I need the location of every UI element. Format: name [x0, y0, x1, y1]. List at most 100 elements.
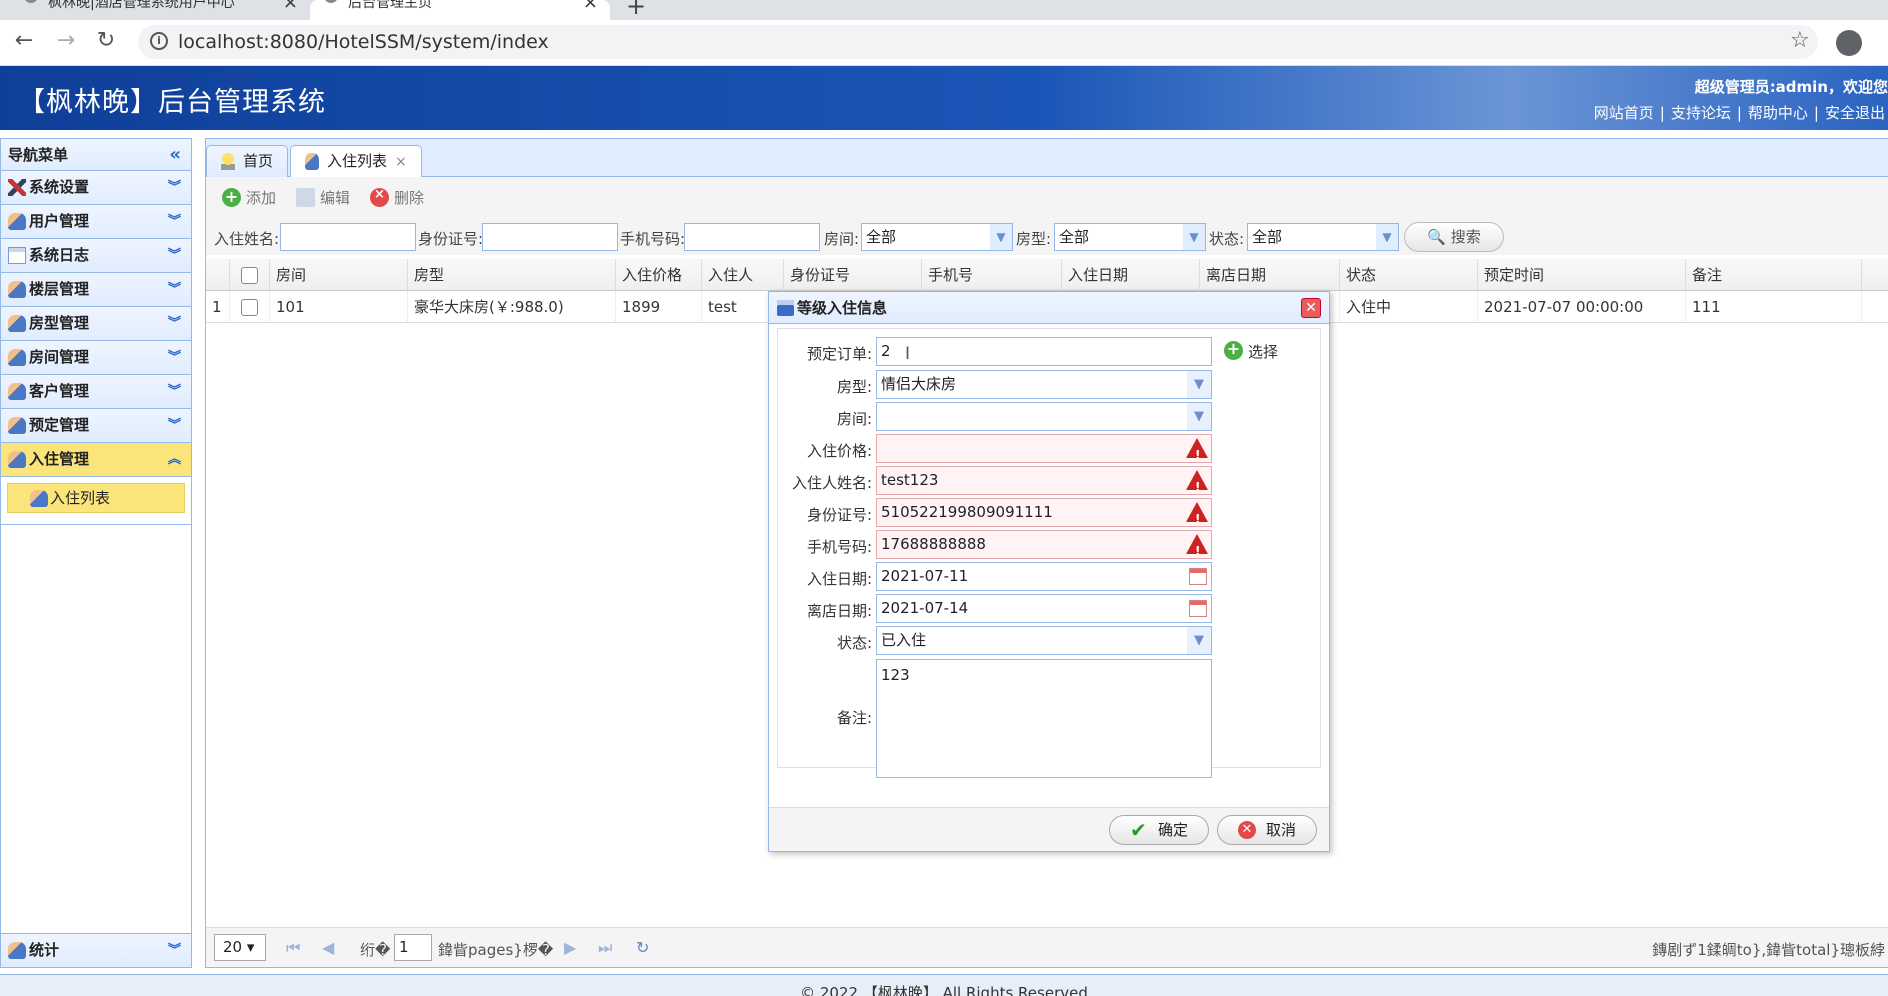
col-status[interactable]: 状态 — [1340, 259, 1478, 291]
cell-status: 入住中 — [1340, 291, 1478, 323]
cancel-icon: ✕ — [1238, 821, 1256, 839]
room-select[interactable]: ▼ — [876, 402, 1212, 431]
sidebar-item-system-settings[interactable]: 系统设置 ︾ — [1, 171, 191, 205]
edit-button[interactable]: 编辑 — [296, 187, 350, 208]
last-page-icon[interactable]: ⏭ — [598, 938, 612, 958]
field-phone: 手机号码: 17688888888 — [778, 530, 1322, 565]
select-all-checkbox[interactable] — [241, 267, 258, 284]
col-book-time[interactable]: 预定时间 — [1478, 259, 1686, 291]
next-page-icon[interactable]: ▶ — [564, 938, 576, 957]
sidebar-item-checkin-management[interactable]: 入住管理 ︽ — [1, 443, 191, 477]
leave-date-input[interactable]: 2021-07-14 — [876, 594, 1212, 623]
search-roomtype-select[interactable]: 全部 ▼ — [1054, 223, 1206, 251]
address-bar[interactable]: i localhost:8080/HotelSSM/system/index — [138, 25, 1818, 59]
link-help[interactable]: 帮助中心 — [1748, 104, 1808, 122]
col-price[interactable]: 入住价格 — [616, 259, 702, 291]
dialog-close-button[interactable]: ✕ — [1301, 298, 1321, 318]
footer: © 2022 【枫林晚】 All Rights Reserved — [0, 974, 1888, 996]
confirm-button[interactable]: ✔ 确定 — [1109, 815, 1209, 845]
close-tab-icon[interactable]: × — [583, 0, 598, 12]
page-number-input[interactable]: 1 — [394, 934, 432, 961]
reload-icon[interactable]: ↻ — [92, 28, 120, 53]
select-all-cell — [230, 259, 270, 291]
search-button[interactable]: 🔍 搜索 — [1404, 222, 1504, 252]
sidebar-item-roomtype-management[interactable]: 房型管理 ︾ — [1, 307, 191, 341]
row-checkbox[interactable] — [241, 299, 258, 316]
browser-tab-user-center[interactable]: 枫林晚|酒店管理系统用户中心 × — [0, 0, 310, 20]
col-idcard[interactable]: 身份证号 — [784, 259, 922, 291]
search-name-input[interactable] — [280, 223, 416, 251]
col-room[interactable]: 房间 — [270, 259, 408, 291]
link-site-home[interactable]: 网站首页 — [1594, 104, 1654, 122]
tab-home[interactable]: 首页 — [206, 145, 289, 177]
new-tab-icon[interactable]: + — [626, 0, 646, 20]
search-room-label: 房间: — [824, 230, 860, 248]
sidebar-item-system-log[interactable]: 系统日志 ︾ — [1, 239, 191, 273]
bookmark-star-icon[interactable]: ☆ — [1790, 28, 1810, 53]
prev-page-icon[interactable]: ◀ — [322, 938, 334, 957]
room-type-select[interactable]: 情侣大床房 ▼ — [876, 370, 1212, 399]
cell-room: 101 — [270, 291, 408, 323]
guest-name-input[interactable]: test123 — [876, 466, 1212, 501]
field-arrive-date: 入住日期: 2021-07-11 — [778, 562, 1322, 592]
search-status-select[interactable]: 全部 ▼ — [1247, 223, 1399, 251]
refresh-icon[interactable]: ↻ — [636, 938, 649, 957]
sidebar-item-user-management[interactable]: 用户管理 ︾ — [1, 205, 191, 239]
status-select[interactable]: 已入住 ▼ — [876, 626, 1212, 655]
book-order-input[interactable]: 2I — [876, 337, 1212, 366]
sidebar-item-booking-management[interactable]: 预定管理 ︾ — [1, 409, 191, 443]
col-phone[interactable]: 手机号 — [922, 259, 1062, 291]
back-icon[interactable]: ← — [10, 28, 38, 53]
sidebar-item-floor-management[interactable]: 楼层管理 ︾ — [1, 273, 191, 307]
calendar-icon[interactable] — [1189, 568, 1207, 585]
field-room: 房间: ▼ — [778, 402, 1322, 432]
col-roomtype[interactable]: 房型 — [408, 259, 616, 291]
link-logout[interactable]: 安全退出 — [1825, 104, 1885, 122]
tab-checkin-list[interactable]: 入住列表 × — [290, 145, 422, 178]
col-leave-date[interactable]: 离店日期 — [1200, 259, 1340, 291]
browser-tab-admin-home[interactable]: 后台管理主页 × — [310, 0, 610, 20]
sidebar-item-customer-management[interactable]: 客户管理 ︾ — [1, 375, 191, 409]
remark-textarea[interactable]: 123 — [876, 659, 1212, 778]
profile-avatar-icon[interactable] — [1836, 30, 1862, 56]
idcard-input[interactable]: 510522199809091111 — [876, 498, 1212, 533]
page-size-select[interactable]: 20 ▾ — [214, 934, 266, 961]
info-icon[interactable]: i — [150, 32, 168, 50]
calendar-icon[interactable] — [1189, 600, 1207, 617]
chevron-up-icon: ︽ — [167, 452, 181, 467]
cell-book-time: 2021-07-07 00:00:00 — [1478, 291, 1686, 323]
col-guest[interactable]: 入住人 — [702, 259, 784, 291]
search-phone-input[interactable] — [684, 223, 820, 251]
add-icon: + — [1224, 339, 1243, 360]
search-room-select[interactable]: 全部 ▼ — [861, 223, 1013, 251]
sidebar-item-room-management[interactable]: 房间管理 ︾ — [1, 341, 191, 375]
dialog-form: 预定订单: 2I +选择 房型: 情侣大床房▼ 房间: ▼ 入住价格: 入住人姓… — [777, 328, 1322, 778]
col-arrive-date[interactable]: 入住日期 — [1062, 259, 1200, 291]
sidebar-subitem-checkin-list[interactable]: 入住列表 — [7, 483, 185, 513]
price-input[interactable] — [876, 434, 1212, 469]
link-forum[interactable]: 支持论坛 — [1671, 104, 1731, 122]
first-page-icon[interactable]: ⏮ — [286, 938, 300, 958]
search-name-label: 入住姓名: — [214, 230, 280, 248]
phone-input[interactable]: 17688888888 — [876, 530, 1212, 565]
select-order-button[interactable]: + 选择 — [1224, 339, 1278, 362]
search-idcard-input[interactable] — [482, 223, 618, 251]
close-tab-icon[interactable]: × — [395, 154, 407, 170]
field-guest-name: 入住人姓名: test123 — [778, 466, 1322, 501]
row-number-header — [206, 259, 230, 291]
collapse-sidebar-icon[interactable]: « — [169, 139, 181, 171]
delete-button[interactable]: × 删除 — [370, 187, 424, 208]
chevron-down-icon: ︾ — [167, 248, 181, 263]
arrive-date-input[interactable]: 2021-07-11 — [876, 562, 1212, 591]
globe-icon — [324, 0, 338, 3]
user-icon — [8, 942, 26, 959]
cancel-button[interactable]: ✕ 取消 — [1217, 815, 1317, 845]
sidebar-item-statistics[interactable]: 统计 ︾ — [1, 933, 191, 967]
pager-info-text: 鏄剧ず1鍒皗to},鍏眥total}璁板綍 — [1652, 941, 1885, 959]
col-remark[interactable]: 备注 — [1686, 259, 1862, 291]
add-button[interactable]: + 添加 — [222, 187, 276, 208]
close-tab-icon[interactable]: × — [283, 0, 298, 12]
forward-icon[interactable]: → — [52, 28, 80, 53]
chevron-down-icon: ▼ — [1187, 371, 1211, 398]
browser-tab-strip: 枫林晚|酒店管理系统用户中心 × 后台管理主页 × + — [0, 0, 1888, 20]
